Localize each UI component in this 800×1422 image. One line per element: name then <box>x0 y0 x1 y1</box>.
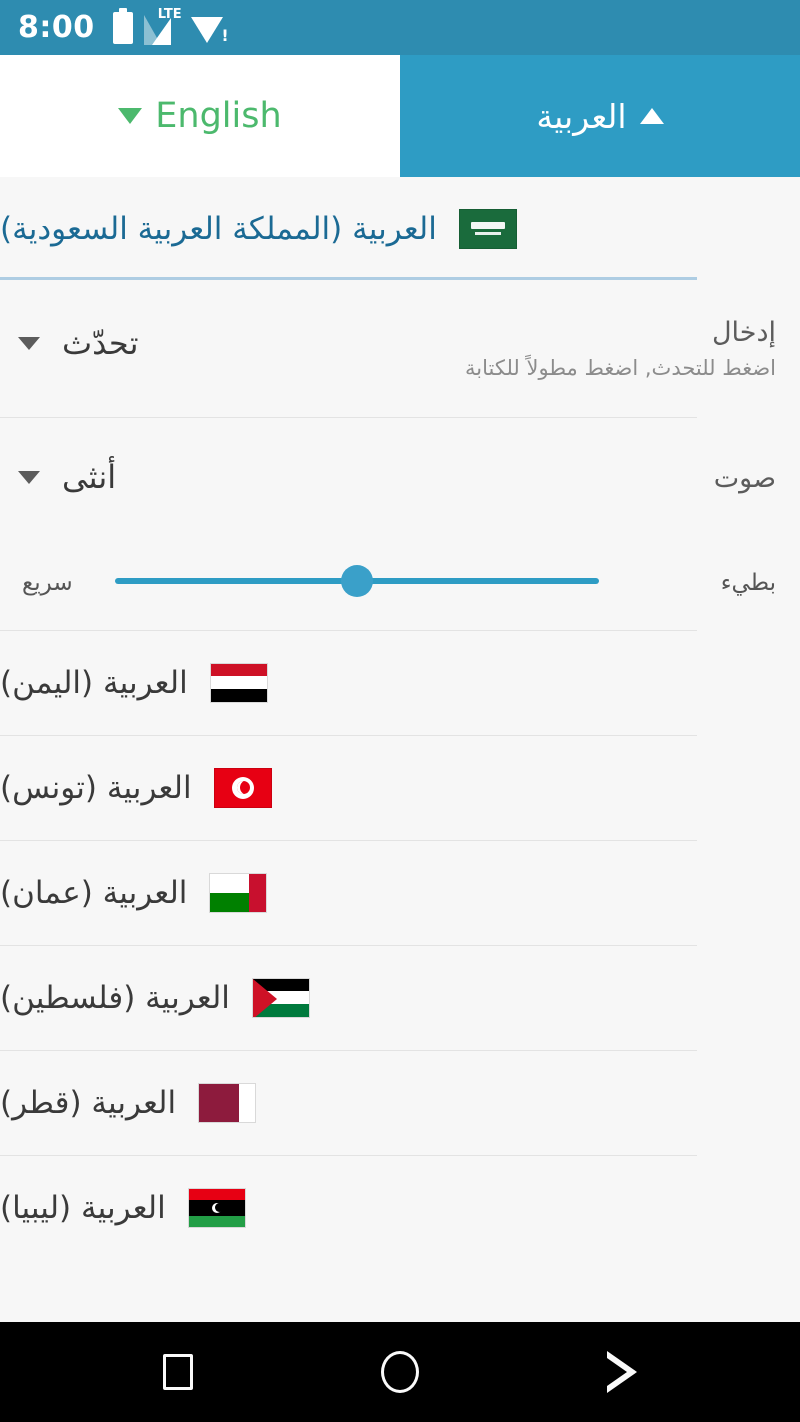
status-bar: 8:00 LTE ! <box>0 0 800 55</box>
setting-input-labels: إدخال اضغط للتحدث, اضغط مطولاً للكتابة <box>465 316 776 380</box>
tab-arabic[interactable]: العربية <box>400 55 800 177</box>
language-name-selected: العربية (المملكة العربية السعودية) <box>0 210 437 247</box>
flag-yemen-icon <box>209 662 268 703</box>
voice-dropdown[interactable]: أنثى <box>18 458 116 496</box>
settings-scroll-area[interactable]: العربية (المملكة العربية السعودية) إدخال… <box>0 177 800 1322</box>
chevron-down-icon <box>18 470 40 484</box>
language-row-selected[interactable]: العربية (المملكة العربية السعودية) <box>0 177 800 280</box>
setting-input-subtitle: اضغط للتحدث, اضغط مطولاً للكتابة <box>465 355 776 380</box>
lte-signal-icon: LTE <box>143 6 182 45</box>
slider-label-slow: بطيء <box>720 570 776 596</box>
chevron-down-icon <box>18 336 40 350</box>
language-name: العربية (قطر) <box>0 1084 177 1121</box>
flag-qatar-icon <box>198 1082 257 1123</box>
language-name: العربية (عمان) <box>0 874 188 911</box>
row-divider <box>0 1050 697 1051</box>
flag-crescent-star <box>231 776 254 799</box>
setting-voice-labels: صوت <box>714 462 776 496</box>
row-divider <box>0 945 697 946</box>
voice-value: أنثى <box>62 458 117 496</box>
language-row[interactable]: العربية (قطر) <box>0 1050 800 1155</box>
flag-oman-icon <box>209 872 268 913</box>
row-divider <box>0 840 697 841</box>
language-name: العربية (اليمن) <box>0 664 188 701</box>
wifi-warning-icon: ! <box>190 13 229 45</box>
language-name: العربية (فلسطين) <box>0 979 230 1016</box>
wifi-triangle <box>190 16 223 43</box>
language-row[interactable]: العربية (تونس) <box>0 735 800 840</box>
flag-saudi-arabia-icon <box>458 208 517 249</box>
input-mode-dropdown[interactable]: تحدّث <box>18 324 138 362</box>
language-row[interactable]: العربية (عمان) <box>0 840 800 945</box>
wifi-exclamation: ! <box>221 25 229 45</box>
language-row[interactable]: العربية (ليبيا) <box>0 1155 800 1260</box>
speech-speed-slider-row[interactable]: بطيء سريع <box>0 534 800 630</box>
speed-slider-thumb[interactable] <box>341 565 373 597</box>
lte-label: LTE <box>157 6 182 22</box>
language-row[interactable]: العربية (اليمن) <box>0 630 800 735</box>
setting-row-voice[interactable]: صوت أنثى <box>0 418 800 534</box>
language-list: العربية (اليمن) العربية (تونس) العربية (عم… <box>0 630 800 1260</box>
square-recents-icon[interactable] <box>163 1354 193 1390</box>
status-time: 8:00 <box>18 10 95 45</box>
status-icon-group: LTE ! <box>112 6 229 45</box>
flag-palestine-icon <box>251 977 310 1018</box>
language-name: العربية (ليبيا) <box>0 1189 166 1226</box>
row-divider <box>0 1155 697 1156</box>
language-name: العربية (تونس) <box>0 769 192 806</box>
signal-bars-active <box>151 17 171 45</box>
flag-tunisia-icon <box>213 767 272 808</box>
flag-libya-icon <box>187 1187 246 1228</box>
setting-voice-title: صوت <box>713 463 776 494</box>
chevron-up-icon <box>639 108 664 124</box>
language-tab-bar: English العربية <box>0 55 800 177</box>
input-mode-value: تحدّث <box>62 324 139 362</box>
triangle-back-icon[interactable] <box>607 1351 637 1393</box>
phone-screen: 8:00 LTE ! English العربية العربية (المم… <box>0 0 800 1422</box>
setting-row-input[interactable]: إدخال اضغط للتحدث, اضغط مطولاً للكتابة ت… <box>0 280 800 418</box>
row-divider <box>0 630 697 631</box>
tab-english-label: English <box>155 96 282 136</box>
circle-home-icon[interactable] <box>381 1351 419 1393</box>
slider-label-fast: سريع <box>22 570 73 596</box>
flag-script <box>470 222 505 229</box>
chevron-down-icon <box>118 108 143 124</box>
android-navigation-bar <box>0 1322 800 1422</box>
setting-input-title: إدخال <box>711 317 776 348</box>
tab-english[interactable]: English <box>0 55 400 177</box>
tab-arabic-label: العربية <box>536 96 627 136</box>
language-row[interactable]: العربية (فلسطين) <box>0 945 800 1050</box>
row-divider <box>0 735 697 736</box>
flag-sword <box>474 232 501 235</box>
battery-icon <box>112 7 133 44</box>
